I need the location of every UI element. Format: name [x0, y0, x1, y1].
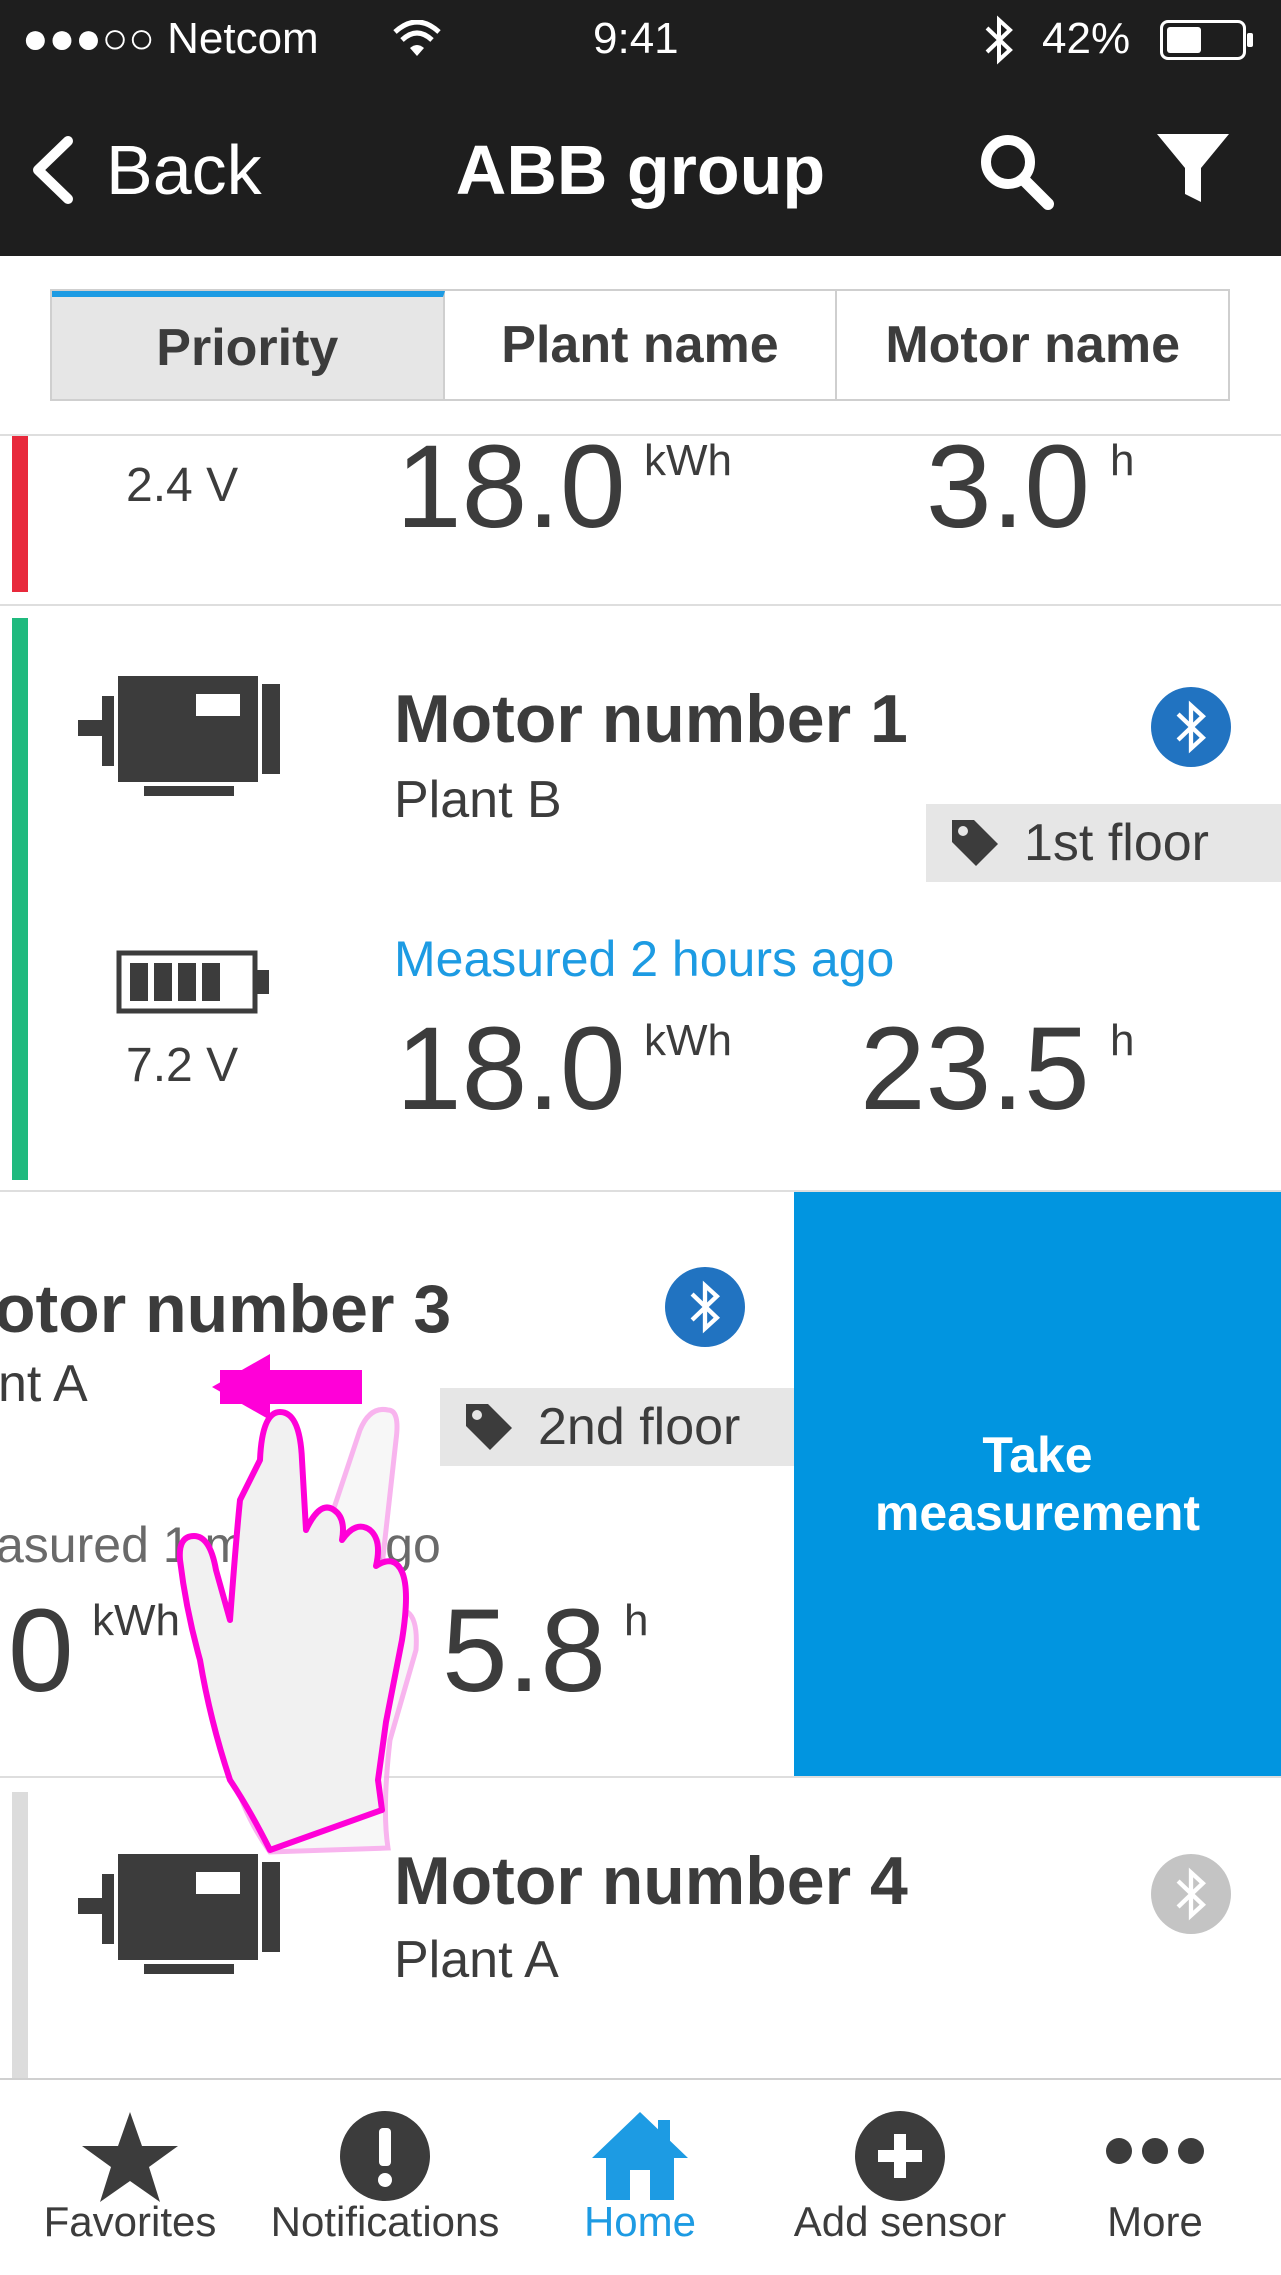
chevron-left-icon — [33, 136, 73, 204]
tab-label: Home — [583, 2198, 697, 2245]
voltage-value: 2.4 V — [126, 459, 239, 512]
nav-bar: Back ABB group — [0, 80, 1281, 256]
tab-notifications[interactable]: Notifications — [270, 2080, 500, 2275]
hours-value: 3.0 — [926, 436, 1091, 553]
location-tag: 1st floor — [926, 804, 1281, 882]
tab-label: More — [1107, 2198, 1203, 2245]
tab-add-sensor[interactable]: Add sensor — [790, 2080, 1010, 2275]
battery-level-icon — [116, 950, 269, 1014]
carrier-label: ●●●○○ Netcom — [22, 14, 319, 63]
bluetooth-status-icon — [985, 15, 1013, 65]
tab-label: Notifications — [270, 2198, 500, 2245]
motor-title: Motor number 1 — [394, 681, 908, 757]
add-icon — [855, 2111, 945, 2201]
segment-priority[interactable]: Priority — [52, 291, 445, 399]
back-label: Back — [106, 131, 262, 209]
hours-unit: h — [1110, 1016, 1135, 1065]
tag-icon — [952, 820, 998, 866]
measured-time: Measured 2 hours ago — [394, 931, 895, 987]
motor-title: otor number 3 — [0, 1271, 452, 1347]
energy-unit: kWh — [644, 436, 732, 485]
segment-motor-name[interactable]: Motor name — [837, 291, 1228, 399]
energy-value: 18.0 — [396, 436, 626, 553]
segment-plant-name[interactable]: Plant name — [445, 291, 838, 399]
tab-home[interactable]: Home — [540, 2080, 740, 2275]
bluetooth-icon — [1151, 687, 1231, 767]
back-button[interactable]: Back — [28, 130, 262, 210]
alert-icon — [340, 2111, 430, 2201]
motor-card[interactable]: 2.4 V 18.0 kWh 3.0 h — [0, 436, 1281, 604]
take-measurement-label: Take measurement — [874, 1427, 1201, 1541]
motor-icon — [78, 676, 280, 796]
status-bar: ●●●○○ Netcom 9:41 42% — [0, 0, 1281, 80]
motor-icon — [78, 1854, 280, 1974]
take-measurement-button[interactable]: Take measurement — [794, 1192, 1281, 1776]
search-icon[interactable] — [978, 130, 1056, 210]
more-dots-icon — [1106, 2138, 1204, 2164]
hours-unit: h — [624, 1596, 649, 1645]
tab-label: Add sensor — [793, 2198, 1007, 2245]
star-icon — [82, 2112, 178, 2202]
energy-value: 18.0 — [396, 1003, 626, 1135]
tab-label: Favorites — [43, 2198, 217, 2245]
voltage-value: 7.2 V — [126, 1039, 239, 1092]
tab-bar: Favorites Notifications Home Add sensor … — [0, 2078, 1281, 2273]
clock: 9:41 — [593, 14, 679, 63]
filter-icon[interactable] — [1155, 132, 1231, 206]
plant-name: nt A — [0, 1355, 88, 1413]
wifi-icon — [393, 20, 441, 56]
tab-more[interactable]: More — [1060, 2080, 1250, 2275]
home-icon — [592, 2112, 688, 2200]
plant-name: Plant A — [394, 1931, 559, 1989]
battery-icon — [1160, 20, 1253, 60]
energy-value: 0 — [8, 1585, 74, 1717]
sort-segmented-control: Priority Plant name Motor name — [50, 289, 1230, 401]
tag-label: 2nd floor — [538, 1398, 741, 1456]
hours-unit: h — [1110, 436, 1135, 485]
priority-indicator — [12, 618, 28, 1180]
energy-unit: kWh — [644, 1016, 732, 1065]
priority-indicator — [12, 436, 28, 592]
bluetooth-icon — [665, 1267, 745, 1347]
hours-value: 23.5 — [860, 1003, 1090, 1135]
priority-indicator — [12, 1792, 28, 2078]
battery-percent: 42% — [1042, 14, 1131, 63]
tab-favorites[interactable]: Favorites — [30, 2080, 230, 2275]
swipe-hand-gesture-icon — [176, 1354, 419, 1855]
motor-card[interactable]: 7.2 V Motor number 1 Plant B 1st floor M… — [0, 606, 1281, 1190]
bluetooth-icon — [1151, 1854, 1231, 1934]
tag-label: 1st floor — [1024, 814, 1209, 872]
plant-name: Plant B — [394, 771, 562, 829]
